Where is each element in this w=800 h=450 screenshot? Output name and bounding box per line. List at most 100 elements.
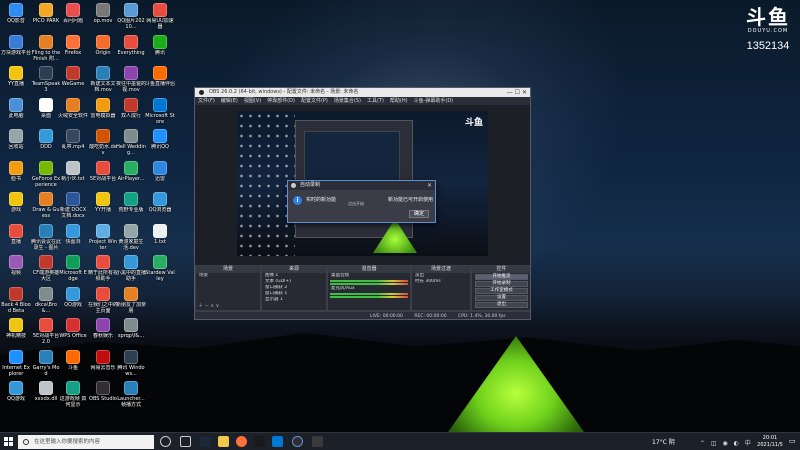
desktop-icon[interactable]: 桌面 <box>31 97 61 119</box>
desktop-icon[interactable]: Internet Explorer <box>1 349 31 377</box>
desktop-icon[interactable]: 酸吃奶水.dev <box>88 129 118 156</box>
desktop-icon[interactable]: 回收站 <box>1 129 31 150</box>
obs-menu-item[interactable]: 文件(F) <box>198 98 215 104</box>
settings-button[interactable]: 设置 <box>475 295 528 301</box>
desktop-icon[interactable]: Project Winter <box>88 223 118 251</box>
desktop-icon[interactable]: YY开播 <box>88 192 118 213</box>
desktop-icon[interactable]: Fling to the Finish 附... <box>31 34 61 62</box>
task-view-icon[interactable] <box>180 436 191 447</box>
desktop-icon[interactable]: 春秋娱乐 <box>88 318 118 339</box>
desktop-icon[interactable]: 腾讯 <box>145 34 175 56</box>
clock[interactable]: 20:01 2021/11/5 <box>752 435 788 449</box>
cortana-icon[interactable] <box>160 436 171 447</box>
close-icon[interactable]: ✕ <box>427 181 432 190</box>
desktop-icon[interactable]: Everything <box>116 34 146 56</box>
desktop-icon[interactable]: 快图浏 <box>58 223 88 245</box>
desktop-icon[interactable]: QQ图片20210... <box>116 3 146 30</box>
start-recording-button[interactable]: 开始录制 <box>475 281 528 287</box>
desktop-icon[interactable]: Firefox <box>58 34 88 56</box>
system-tray[interactable]: ⌃ ◫ ◉ ◐ 中 <box>700 438 753 447</box>
studio-mode-button[interactable]: 工作室模式 <box>475 288 528 294</box>
desktop-icon[interactable]: 制小伙.txt <box>58 160 88 182</box>
desktop-icon[interactable]: 此电脑 <box>1 97 31 119</box>
obs-menu-item[interactable]: 视图(V) <box>244 98 261 104</box>
obs-menu-item[interactable]: 工具(T) <box>367 98 384 104</box>
desktop-icon[interactable]: 腾讯QQ <box>145 129 175 150</box>
desktop-icon[interactable]: AirPlayer... <box>116 160 146 182</box>
desktop-icon[interactable]: 网易UU加速器 <box>145 3 175 30</box>
desktop-icon[interactable]: PICO PARK <box>31 3 61 24</box>
desktop-icon[interactable]: 荒野专业版 <box>116 192 146 213</box>
desktop-icon[interactable]: Launcher...帧播方式 <box>116 381 146 408</box>
steam-icon[interactable] <box>200 436 211 447</box>
desktop-icon[interactable]: 5E对战平台 <box>88 160 118 182</box>
store-icon[interactable] <box>272 436 283 447</box>
desktop-icon[interactable]: 精于此所有视频助手 <box>88 255 118 282</box>
weather-widget[interactable]: 17°C 阴 <box>652 437 675 446</box>
desktop-icon[interactable]: 斗鱼直播伴侣 <box>145 66 175 87</box>
transition-duration[interactable]: 时长 300ms <box>412 279 470 285</box>
desktop-icon[interactable]: 游戏 <box>1 192 31 213</box>
scenes-dock-toolbar[interactable]: ＋ − ∧ ∨ <box>198 302 219 309</box>
desktop-icon[interactable]: 直播 <box>1 223 31 245</box>
scene-item[interactable]: 场景 <box>196 273 260 279</box>
exit-button[interactable]: 退出 <box>475 302 528 308</box>
ok-button[interactable]: 确定 <box>409 210 429 218</box>
desktop-icon[interactable]: Garry's Mod <box>31 349 61 377</box>
desktop-icon[interactable]: WPS Office <box>58 318 88 339</box>
desktop-icon[interactable]: TeamSpeak 3 <box>31 66 61 93</box>
desktop-icon[interactable]: YY直播 <box>1 66 31 87</box>
desktop-icon[interactable]: 黄漫家庭生活.dev <box>116 223 146 251</box>
desktop-icon[interactable]: 斗鱼 <box>58 349 88 371</box>
firefox-icon[interactable] <box>236 436 247 447</box>
desktop-icon[interactable]: 夜往中墨爸的视.mov <box>116 66 146 93</box>
desktop-icon[interactable]: 雷电模拟器 <box>88 97 118 119</box>
desktop-icon[interactable]: 百问问题 <box>58 3 88 24</box>
window-controls[interactable]: — ☐ ✕ <box>507 88 527 97</box>
desktop-icon[interactable]: Origin <box>88 34 118 56</box>
desktop-icon[interactable]: 方块游戏平台 <box>1 34 31 56</box>
notification-icon[interactable]: ▭ <box>789 437 796 445</box>
desktop-icon[interactable]: CF端游英雄大区 <box>31 255 61 282</box>
desktop-icon[interactable]: Stardew Valley <box>145 255 175 282</box>
file-explorer-icon[interactable] <box>218 436 229 447</box>
desktop-icon[interactable]: 网易云音乐 <box>88 349 118 371</box>
desktop-icon[interactable]: WeGame <box>58 66 88 87</box>
desktop-icon[interactable]: GeForce Experience <box>31 160 61 188</box>
desktop-icon[interactable]: QQ浏览器 <box>145 192 175 213</box>
obs-menu-item[interactable]: 停靠部件(D) <box>267 98 295 104</box>
desktop-icon[interactable]: 双人成行 <box>116 97 146 119</box>
desktop-icon[interactable]: 迅雷 <box>145 160 175 182</box>
desktop-icon[interactable]: 在我们之中的主页面 <box>88 286 118 314</box>
desktop-icon[interactable]: 神机精技 <box>1 318 31 339</box>
windows-start-icon[interactable] <box>4 437 14 447</box>
desktop-icon[interactable]: Microsoft Edge <box>58 255 88 282</box>
desktop-icon[interactable]: DDD <box>31 129 61 150</box>
desktop-icon[interactable]: 腾讯会议在此录生 - 图片 <box>31 223 61 251</box>
desktop-icon[interactable]: Draw & Guess <box>31 192 61 219</box>
source-item[interactable]: 显示器 1 <box>262 297 326 303</box>
obs-taskbar-icon[interactable] <box>292 436 303 447</box>
obs-title-bar[interactable]: OBS 26.0.2 (64-bit, windows) - 配置文件: 未命名… <box>195 88 530 97</box>
desktop-icon[interactable]: QQ游戏 <box>58 286 88 308</box>
desktop-icon[interactable]: OBS Studio <box>88 381 118 402</box>
mic-audio-meter[interactable] <box>330 293 408 295</box>
desktop-icon[interactable]: QQ影音 <box>1 3 31 24</box>
desktop-icon[interactable]: Back 4 Blood Beta <box>1 286 31 314</box>
desktop-icon[interactable]: Hell Wedding... <box>116 129 146 156</box>
obs-menu-item[interactable]: 配置文件(P) <box>301 98 328 104</box>
desktop-icon[interactable]: 新建 DOCX 文档.docx <box>58 192 88 219</box>
game-icon[interactable] <box>312 436 323 447</box>
obs-menu-item[interactable]: 场景集合(S) <box>334 98 361 104</box>
desktop-icon[interactable]: 火绒安全软件 <box>58 97 88 119</box>
obs-menu-item[interactable]: 斗鱼-弹幕助手(D) <box>414 98 454 104</box>
desktop-icon[interactable]: 新建文本文档.mov <box>88 66 118 93</box>
desktop-icon[interactable]: op.mov <box>88 3 118 24</box>
taskbar-search-box[interactable]: 在这里输入你要搜索的内容 <box>18 435 154 449</box>
desktop-icon[interactable]: 腾讯 Windows... <box>116 349 146 377</box>
auto-record-dialog[interactable]: 自动录制 ✕ i 实时的新功能 点击开始 新功能已可开启使用 确定 <box>287 180 436 223</box>
desktop-icon[interactable]: 5E对战平台 2.0 <box>31 318 61 345</box>
dialog-title-bar[interactable]: 自动录制 ✕ <box>288 181 435 190</box>
desktop-icon[interactable]: 小黑中的直播助手 <box>116 255 146 282</box>
desktop-icon[interactable]: dkca\Bro&... <box>31 286 61 314</box>
